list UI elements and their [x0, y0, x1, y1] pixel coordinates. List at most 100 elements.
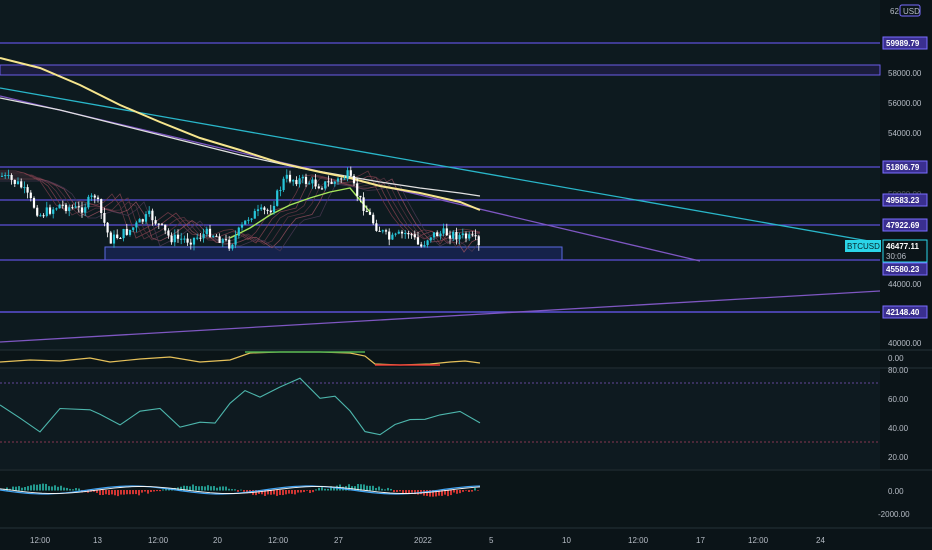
candle-body[interactable] — [384, 230, 388, 232]
candle-body[interactable] — [260, 207, 263, 210]
candle-body[interactable] — [189, 242, 192, 245]
candle-body[interactable] — [16, 181, 20, 184]
candle-body[interactable] — [74, 206, 77, 208]
candle-body[interactable] — [138, 219, 141, 223]
candle-body[interactable] — [61, 204, 64, 206]
candle-body[interactable] — [218, 236, 221, 243]
candle-body[interactable] — [141, 219, 144, 222]
candle-body[interactable] — [391, 234, 394, 240]
candle-body[interactable] — [394, 233, 397, 235]
candle-body[interactable] — [80, 207, 84, 213]
candle-body[interactable] — [26, 187, 29, 193]
candle-body[interactable] — [250, 218, 253, 220]
rsi-pane[interactable] — [0, 369, 880, 469]
candle-body[interactable] — [288, 174, 292, 182]
candle-body[interactable] — [29, 192, 32, 199]
candle-body[interactable] — [436, 232, 439, 237]
candle-body[interactable] — [36, 207, 39, 216]
candle-body[interactable] — [253, 211, 256, 219]
candle-body[interactable] — [477, 236, 480, 246]
candle-body[interactable] — [474, 235, 477, 237]
candle-body[interactable] — [237, 227, 240, 236]
candle-body[interactable] — [7, 174, 10, 176]
candle-body[interactable] — [0, 175, 4, 177]
candle-body[interactable] — [71, 207, 74, 209]
candle-body[interactable] — [404, 233, 407, 235]
candle-body[interactable] — [388, 231, 391, 240]
candle-body[interactable] — [269, 210, 272, 213]
macd-pane[interactable] — [0, 471, 880, 528]
candle-body[interactable] — [340, 178, 343, 180]
candle-body[interactable] — [375, 223, 378, 231]
candle-body[interactable] — [372, 214, 375, 224]
candle-body[interactable] — [368, 212, 372, 215]
candle-body[interactable] — [455, 231, 458, 240]
candle-body[interactable] — [20, 181, 23, 188]
candle-body[interactable] — [413, 234, 416, 238]
candle-body[interactable] — [244, 220, 247, 225]
candle-body[interactable] — [256, 209, 260, 212]
candle-body[interactable] — [84, 207, 87, 213]
candle-body[interactable] — [343, 178, 346, 180]
candle-body[interactable] — [23, 187, 26, 189]
candle-body[interactable] — [231, 244, 234, 249]
candle-body[interactable] — [311, 179, 314, 184]
candle-body[interactable] — [212, 235, 215, 237]
candle-body[interactable] — [52, 209, 55, 214]
candle-body[interactable] — [45, 207, 48, 216]
candle-body[interactable] — [461, 233, 464, 236]
candle-body[interactable] — [157, 223, 160, 225]
price-pane[interactable] — [0, 0, 880, 350]
candle-body[interactable] — [221, 239, 224, 243]
candle-body[interactable] — [317, 186, 320, 189]
candle-body[interactable] — [397, 231, 400, 234]
candle-body[interactable] — [352, 175, 356, 184]
candle-body[interactable] — [10, 174, 13, 180]
candle-body[interactable] — [148, 210, 151, 215]
candle-body[interactable] — [292, 179, 295, 182]
candle-body[interactable] — [176, 234, 180, 239]
candle-body[interactable] — [285, 174, 288, 179]
candle-body[interactable] — [314, 179, 317, 187]
candle-body[interactable] — [439, 233, 442, 237]
candle-body[interactable] — [32, 198, 36, 208]
candle-body[interactable] — [4, 175, 7, 177]
candle-body[interactable] — [471, 234, 474, 236]
candle-body[interactable] — [468, 234, 471, 239]
candle-body[interactable] — [458, 235, 461, 240]
candle-body[interactable] — [301, 176, 304, 179]
candle-body[interactable] — [320, 188, 324, 190]
candle-body[interactable] — [416, 237, 420, 245]
candle-body[interactable] — [87, 196, 90, 208]
candle-body[interactable] — [132, 227, 135, 230]
candle-body[interactable] — [205, 228, 208, 235]
candle-body[interactable] — [196, 237, 199, 239]
candle-body[interactable] — [93, 195, 96, 198]
candle-body[interactable] — [272, 205, 276, 213]
candle-body[interactable] — [266, 209, 269, 211]
candle-body[interactable] — [167, 230, 170, 236]
candle-body[interactable] — [410, 234, 413, 236]
candle-body[interactable] — [356, 183, 359, 196]
candle-body[interactable] — [164, 224, 167, 231]
candle-body[interactable] — [282, 178, 285, 191]
candle-body[interactable] — [308, 183, 311, 185]
candle-body[interactable] — [362, 197, 365, 211]
candle-body[interactable] — [298, 178, 301, 185]
candle-body[interactable] — [215, 235, 218, 237]
candle-body[interactable] — [151, 210, 154, 221]
candle-body[interactable] — [128, 229, 132, 235]
candle-body[interactable] — [122, 229, 125, 239]
candle-body[interactable] — [119, 238, 122, 240]
candle-body[interactable] — [234, 235, 237, 245]
candle-body[interactable] — [432, 232, 436, 238]
candle-body[interactable] — [48, 207, 52, 214]
candle-body[interactable] — [349, 170, 352, 176]
candle-body[interactable] — [90, 195, 93, 197]
candle-body[interactable] — [173, 234, 176, 243]
candle-body[interactable] — [247, 219, 250, 221]
candle-body[interactable] — [170, 235, 173, 243]
candle-body[interactable] — [77, 206, 80, 208]
candle-body[interactable] — [295, 179, 298, 185]
candle-body[interactable] — [116, 234, 119, 239]
